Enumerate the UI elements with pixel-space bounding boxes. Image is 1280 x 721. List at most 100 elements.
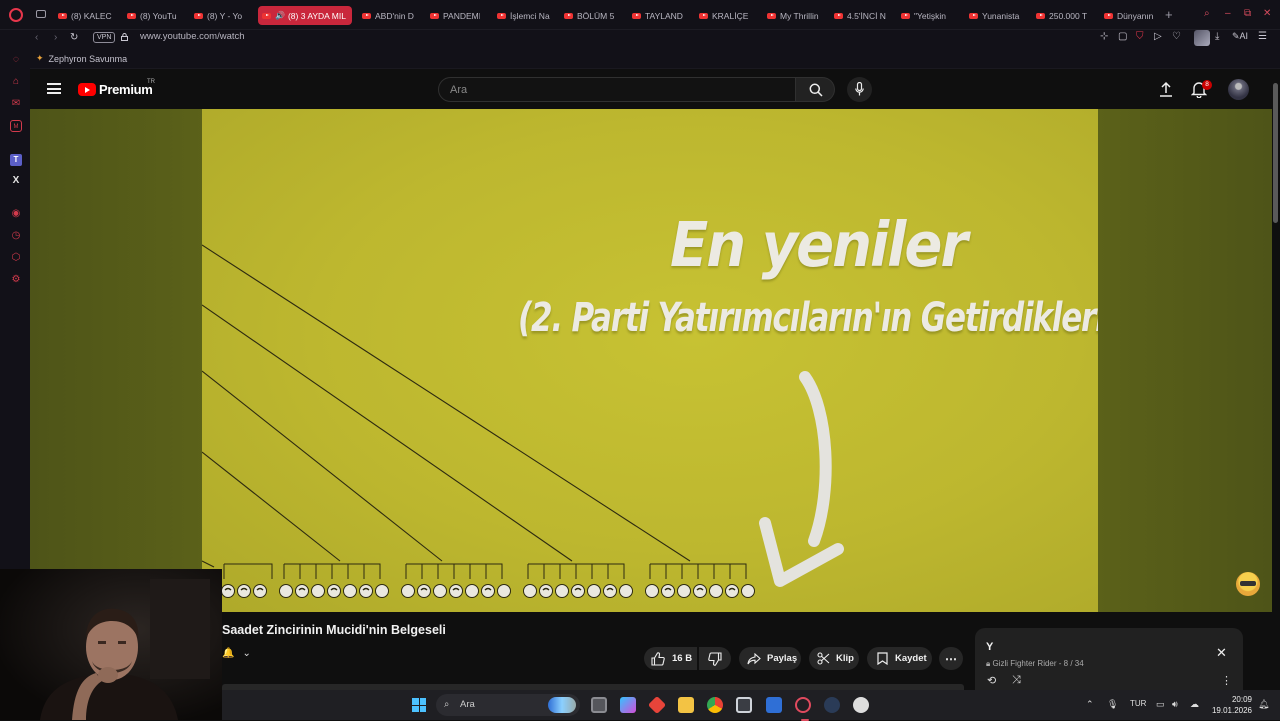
youtube-premium-label[interactable]: Premium (99, 82, 153, 97)
notification-count-badge: 8 (1202, 80, 1212, 90)
adblock-shield-icon[interactable]: ⛉ (1136, 31, 1144, 42)
windows-start-icon[interactable] (412, 698, 426, 712)
url-field[interactable]: www.youtube.com/watch (140, 31, 245, 42)
lock-icon[interactable] (121, 33, 128, 41)
maximize-button[interactable]: ⧉ (1244, 8, 1251, 19)
video-overlay-heading: En yeniler (670, 209, 968, 282)
profile-avatar[interactable] (1194, 30, 1210, 46)
browser-tab[interactable]: Dünyanın (1104, 6, 1156, 25)
task-view-icon[interactable] (591, 697, 607, 713)
notification-center-icon[interactable]: 🔔︎ (1258, 699, 1269, 710)
extensions-icon[interactable]: ⬡ (10, 252, 22, 264)
forward-button[interactable]: › (54, 32, 57, 43)
mail-icon[interactable]: M (10, 120, 22, 132)
history-icon[interactable]: ◷ (10, 230, 22, 242)
close-playlist-icon[interactable]: ✕ (1216, 645, 1227, 661)
reload-button[interactable]: ↻ (70, 32, 78, 43)
browser-tab[interactable]: TAYLAND (632, 6, 684, 25)
store-icon[interactable] (736, 697, 752, 713)
bookmark-label: Zephyron Savunma (48, 53, 128, 64)
bookmark-item[interactable]: ✦ Zephyron Savunma (36, 53, 127, 64)
file-explorer-icon[interactable] (678, 697, 694, 713)
clip-button[interactable]: Klip (809, 647, 859, 670)
microphone-tray-icon[interactable]: 🎙︎ (1107, 699, 1118, 710)
network-icon[interactable]: ▭ (1156, 699, 1165, 710)
loop-icon[interactable]: ⟲ (987, 674, 996, 687)
snapshot-icon[interactable]: ▢ (1118, 31, 1127, 42)
tab-menu-icon[interactable] (36, 10, 46, 18)
downloads-icon[interactable]: ⤓ (1215, 31, 1219, 42)
voice-search-button[interactable] (847, 77, 872, 102)
bookmark-icon[interactable]: ⊹ (1100, 31, 1108, 42)
more-actions-button[interactable]: ⋯ (939, 647, 963, 670)
browser-tab[interactable]: My Thrillin (767, 6, 819, 25)
opera-logo-icon[interactable] (9, 8, 23, 22)
taskbar-search[interactable]: ⌕ Ara (436, 694, 580, 716)
browser-tab[interactable]: (8) Y - Yo (194, 6, 250, 25)
weather-icon[interactable]: ☁ (1190, 699, 1199, 710)
input-language[interactable]: TUR (1130, 699, 1146, 708)
back-button[interactable]: ‹ (35, 32, 38, 43)
browser-tab[interactable]: 4.5'İNCİ N (834, 6, 886, 25)
subscribe-bell-dropdown[interactable]: 🔔 ⌄ (222, 648, 251, 659)
vpn-badge[interactable]: VPN (93, 32, 116, 43)
aria-ai-button[interactable]: ✎AI (1232, 31, 1248, 42)
more-vertical-icon[interactable]: ⋮ (1221, 674, 1232, 687)
player-icon[interactable]: ▷ (1154, 31, 1162, 42)
player-icon[interactable]: ◉ (10, 208, 22, 220)
x-twitter-icon[interactable]: X (10, 175, 22, 187)
heart-icon[interactable]: ♡ (1172, 31, 1181, 42)
account-avatar[interactable] (1228, 79, 1249, 100)
opera-taskbar-icon[interactable] (795, 697, 811, 721)
browser-tab[interactable]: ABD'nin D (362, 6, 414, 25)
new-tab-button[interactable]: + (1165, 7, 1173, 22)
messenger-icon[interactable]: ✉ (10, 98, 22, 110)
youtube-logo-icon[interactable] (78, 83, 96, 96)
browser-tab[interactable]: (8) KALEC (58, 6, 116, 25)
minimize-button[interactable]: – (1225, 8, 1231, 19)
video-frame[interactable]: En yeniler (2. Parti Yatırımcıların'ın G… (202, 109, 1098, 612)
teams-icon[interactable]: T (10, 154, 22, 166)
sunglasses-emoji-icon[interactable] (1236, 572, 1260, 596)
search-button[interactable] (796, 77, 835, 102)
like-count: 16 B (672, 653, 693, 664)
browser-tab-active[interactable]: 🔊 (8) 3 AYDA MIL (258, 6, 352, 25)
browser-tab[interactable]: (8) YouTu (127, 6, 183, 25)
like-button[interactable]: 16 B (644, 647, 697, 670)
mail-app-icon[interactable] (766, 697, 782, 713)
dislike-button[interactable] (699, 647, 731, 670)
easy-setup-icon[interactable]: ☰ (1258, 31, 1267, 42)
volume-icon[interactable]: 🔊︎ (1172, 699, 1178, 710)
diamond-app-icon[interactable] (647, 695, 667, 715)
playlist-title[interactable]: Y (986, 641, 993, 653)
crypto-wallet-icon[interactable]: ⌂ (10, 76, 22, 88)
discord-icon[interactable] (853, 697, 869, 713)
speaker-icon[interactable]: 🔊 (275, 11, 285, 20)
page-scrollbar[interactable] (1272, 69, 1280, 690)
search-box[interactable] (438, 77, 796, 102)
browser-tab[interactable]: "Yetişkin (901, 6, 953, 25)
close-window-button[interactable]: ✕ (1263, 8, 1271, 19)
browser-tab[interactable]: BÖLÜM 5 (564, 6, 616, 25)
browser-tab[interactable]: 250.000 T (1036, 6, 1089, 25)
shuffle-icon[interactable]: ⤨ (1012, 674, 1021, 687)
hamburger-menu-icon[interactable] (47, 83, 61, 94)
search-tabs-icon[interactable]: ⌕ (1204, 8, 1210, 19)
video-player[interactable]: En yeniler (2. Parti Yatırımcıların'ın G… (30, 109, 1272, 612)
share-button[interactable]: Paylaş (739, 647, 801, 670)
settings-gear-icon[interactable]: ⚙ (10, 274, 22, 286)
save-button[interactable]: Kaydet (867, 647, 932, 670)
browser-tab[interactable]: Yunanista (969, 6, 1021, 25)
scrollbar-thumb[interactable] (1273, 83, 1278, 223)
copilot-icon[interactable] (620, 697, 636, 713)
upload-icon[interactable] (1159, 81, 1173, 97)
system-clock[interactable]: 20:09 19.01.2026 (1210, 694, 1252, 716)
steam-icon[interactable] (824, 697, 840, 713)
search-input[interactable] (439, 78, 795, 101)
chrome-icon[interactable] (707, 697, 723, 713)
browser-tab[interactable]: PANDEMI (430, 6, 480, 25)
tray-chevron-up-icon[interactable]: ⌃ (1086, 699, 1094, 710)
aria-icon[interactable]: ◌ (10, 54, 22, 66)
browser-tab[interactable]: KRALİÇE (699, 6, 752, 25)
browser-tab[interactable]: İşlemci Na (497, 6, 550, 25)
